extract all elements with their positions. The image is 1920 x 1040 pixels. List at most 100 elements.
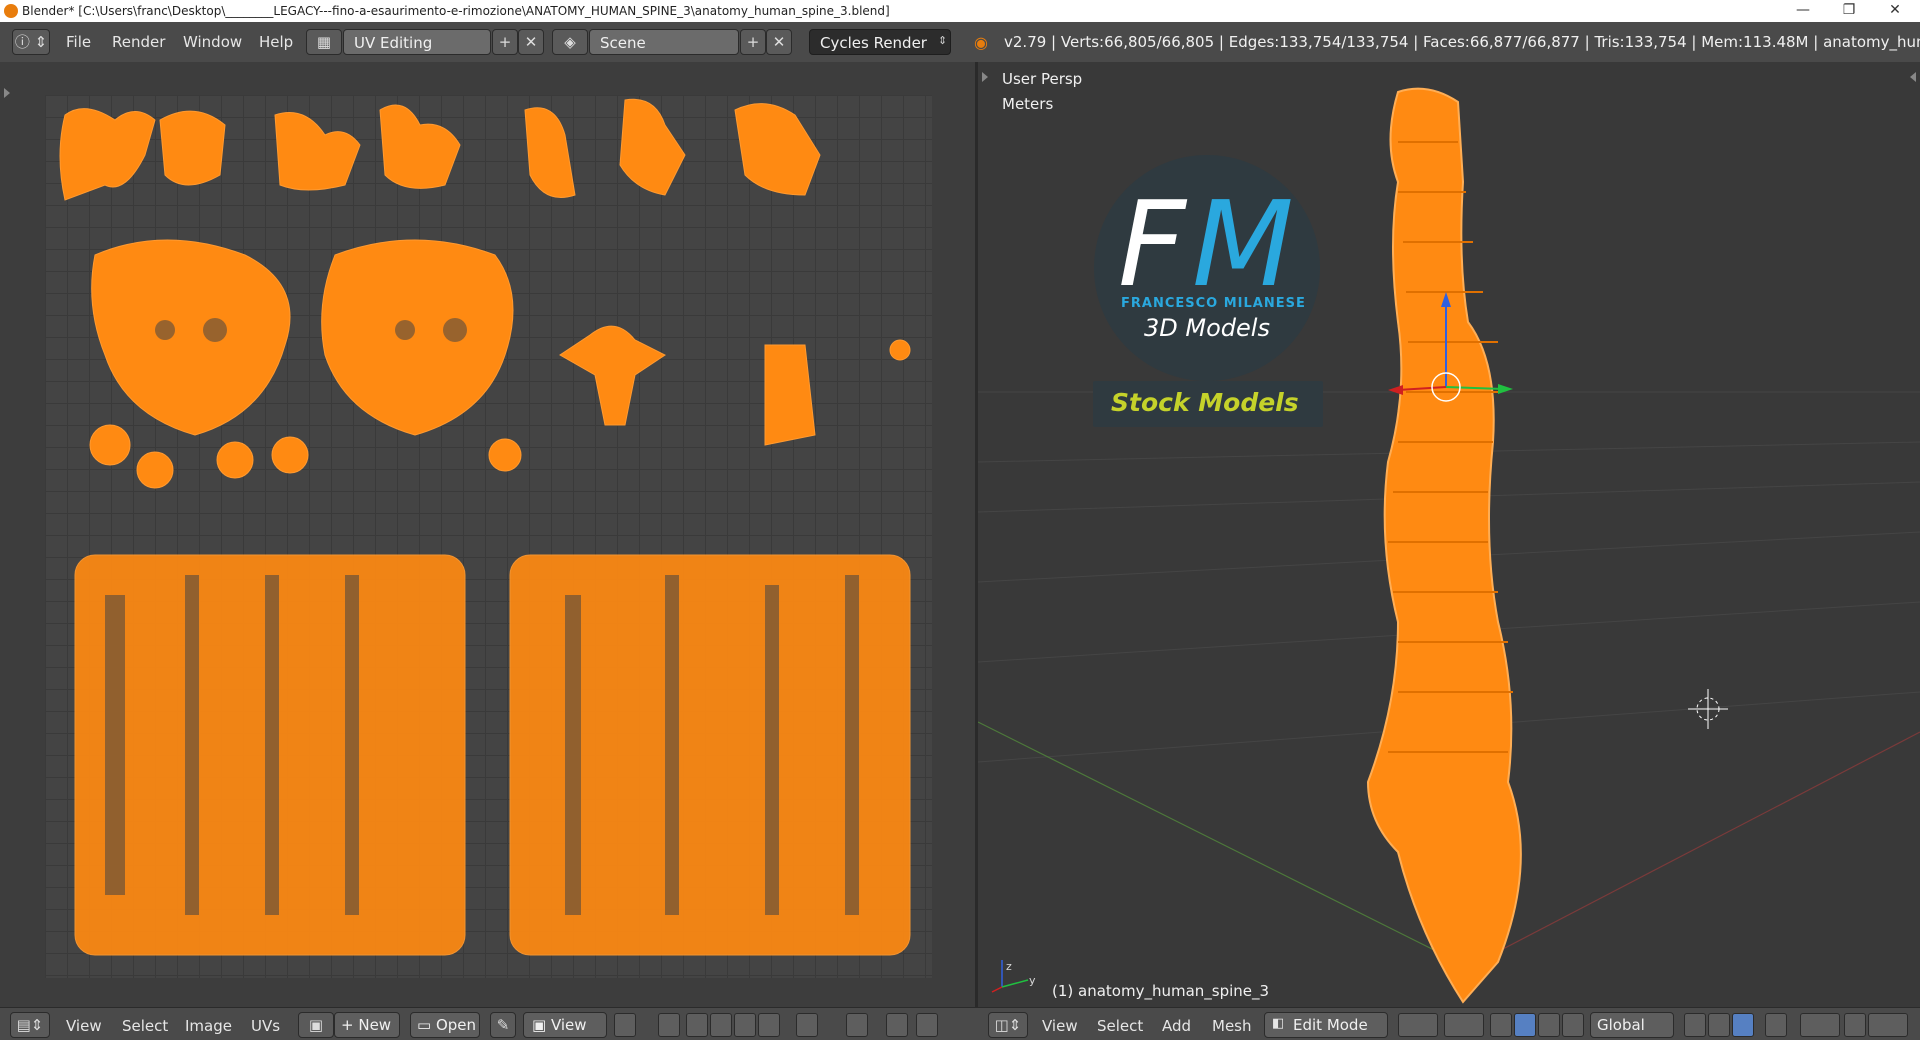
pivot-icon[interactable]: [614, 1013, 636, 1037]
minimize-button[interactable]: —: [1780, 1, 1826, 21]
viewport-shading-icon[interactable]: [1398, 1013, 1438, 1037]
uv-island-top-7: [734, 103, 821, 196]
blender-logo-icon: [4, 4, 18, 18]
3d-menu-select[interactable]: Select: [1097, 1017, 1143, 1035]
uv-menu-image[interactable]: Image: [185, 1017, 232, 1035]
uv-island-disc-2: [136, 451, 174, 489]
render-engine-dropdown[interactable]: Cycles Render: [809, 29, 951, 55]
face-select-icon[interactable]: [734, 1013, 756, 1037]
region-toggle-icon[interactable]: [4, 88, 10, 98]
screen-layout-field[interactable]: UV Editing: [343, 29, 491, 55]
uv-island-dot: [889, 339, 911, 361]
screen-layout-icon[interactable]: ▦: [306, 29, 342, 55]
info-editor-type-button[interactable]: ⓘ ⇕: [12, 29, 50, 55]
info-icon: ⓘ ⇕: [14, 33, 48, 51]
uv-grid[interactable]: [45, 95, 932, 978]
fm-logo-f: F: [1118, 175, 1186, 313]
window-titlebar: Blender* [C:\Users\franc\Desktop\_______…: [0, 0, 1920, 22]
new-image-button[interactable]: + New: [334, 1012, 400, 1038]
manipulator-toggle-icon[interactable]: [1490, 1013, 1512, 1037]
3d-cursor-icon: [1688, 689, 1728, 729]
edit-mode-icon: ◧: [1272, 1016, 1285, 1031]
vertex-select-mode-icon[interactable]: [1684, 1013, 1706, 1037]
limit-selection-icon[interactable]: [1765, 1013, 1787, 1037]
uv-island-top-3: [274, 112, 361, 191]
uv-menu-view[interactable]: View: [66, 1017, 102, 1035]
menu-help[interactable]: Help: [259, 33, 293, 51]
folder-icon: ▭: [417, 1016, 436, 1034]
face-select-mode-icon[interactable]: [1732, 1013, 1754, 1037]
remove-scene-icon[interactable]: ✕: [766, 29, 792, 55]
rotate-manipulator-icon[interactable]: [1538, 1013, 1560, 1037]
uv-image-editor[interactable]: [0, 62, 975, 1007]
interaction-mode-label: Edit Mode: [1293, 1016, 1368, 1034]
3d-menu-add[interactable]: Add: [1162, 1017, 1191, 1035]
scene-field[interactable]: Scene: [589, 29, 739, 55]
region-toggle-icon[interactable]: [982, 72, 988, 82]
vertex-select-icon[interactable]: [686, 1013, 708, 1037]
snap-icon[interactable]: [886, 1013, 908, 1037]
scale-manipulator-icon[interactable]: [1562, 1013, 1584, 1037]
open-image-label: Open: [435, 1016, 477, 1034]
menu-render[interactable]: Render: [112, 33, 165, 51]
uv-island-sacrum-right: [321, 239, 514, 436]
island-select-icon[interactable]: [758, 1013, 780, 1037]
snap-element-icon[interactable]: [1868, 1013, 1908, 1037]
close-button[interactable]: ✕: [1872, 1, 1918, 21]
menu-window[interactable]: Window: [183, 33, 242, 51]
remove-layout-icon[interactable]: ✕: [518, 29, 544, 55]
scene-icon[interactable]: ◈: [552, 29, 588, 55]
3d-menu-mesh[interactable]: Mesh: [1212, 1017, 1252, 1035]
uv-menu-select[interactable]: Select: [122, 1017, 168, 1035]
uv-island-top-1: [59, 108, 156, 201]
window-title: Blender* [C:\Users\franc\Desktop\_______…: [22, 4, 890, 18]
uv-island-top-6: [619, 98, 686, 196]
stock-models-text: Stock Models: [1111, 388, 1299, 417]
edge-select-mode-icon[interactable]: [1708, 1013, 1730, 1037]
edge-select-icon[interactable]: [710, 1013, 732, 1037]
stock-models-badge: Stock Models: [1093, 381, 1323, 427]
pivot-point-icon[interactable]: [1444, 1013, 1484, 1037]
add-layout-icon[interactable]: +: [492, 29, 518, 55]
proportional-edit-icon[interactable]: [846, 1013, 868, 1037]
proportional-editing-icon[interactable]: [1800, 1013, 1840, 1037]
blender-logo-icon: ◉: [974, 33, 988, 52]
sticky-select-icon[interactable]: [796, 1013, 818, 1037]
view-mode-label: View: [550, 1016, 587, 1034]
uv-islands: [59, 98, 911, 956]
region-toggle-icon[interactable]: [1910, 72, 1916, 82]
fm-logo-tagline: 3D Models: [1144, 314, 1270, 342]
fm-logo-name: FRANCESCO MILANESE: [1121, 296, 1306, 311]
image-browse-icon[interactable]: ▣: [298, 1012, 334, 1038]
spine-mesh[interactable]: [1366, 87, 1522, 1004]
fm-logo-m: M: [1192, 175, 1294, 313]
add-scene-icon[interactable]: +: [740, 29, 766, 55]
uv-island-disc-3: [216, 441, 254, 479]
view-name: User Persp: [1002, 70, 1083, 88]
uv-island-disc-5: [488, 438, 522, 472]
uv-island-side-strips: [764, 344, 816, 446]
menu-file[interactable]: File: [66, 33, 91, 51]
pin-icon[interactable]: ✎: [490, 1012, 516, 1038]
restore-button[interactable]: ❐: [1826, 1, 1872, 21]
scene-stats: v2.79 | Verts:66,805/66,805 | Edges:133,…: [1004, 33, 1920, 51]
snap-toggle-icon[interactable]: [1844, 1013, 1866, 1037]
3d-menu-view[interactable]: View: [1042, 1017, 1078, 1035]
translate-manipulator-icon[interactable]: [1514, 1013, 1536, 1037]
transform-orientation-dropdown[interactable]: Global: [1590, 1012, 1674, 1038]
axis-y-label: y: [1029, 974, 1036, 987]
uv-menu-uvs[interactable]: UVs: [251, 1017, 280, 1035]
uv-island-top-5: [524, 107, 576, 198]
uv-channel-icon[interactable]: [916, 1013, 938, 1037]
uv-editor-type-icon[interactable]: ▤⇕: [10, 1012, 50, 1038]
axis-z-label: z: [1006, 960, 1012, 973]
open-image-button[interactable]: ▭ Open: [410, 1012, 480, 1038]
uv-island-disc-1: [89, 424, 131, 466]
3d-view-type-icon[interactable]: ◫⇕: [988, 1012, 1028, 1038]
unit-system: Meters: [1002, 95, 1054, 113]
uv-island-disc-4: [271, 436, 309, 474]
view-mode-dropdown[interactable]: ▣ View: [523, 1012, 607, 1038]
sync-selection-icon[interactable]: [658, 1013, 680, 1037]
chevron-updown-icon: ⇕: [938, 34, 948, 47]
image-view-icon: ▣: [532, 1016, 551, 1034]
